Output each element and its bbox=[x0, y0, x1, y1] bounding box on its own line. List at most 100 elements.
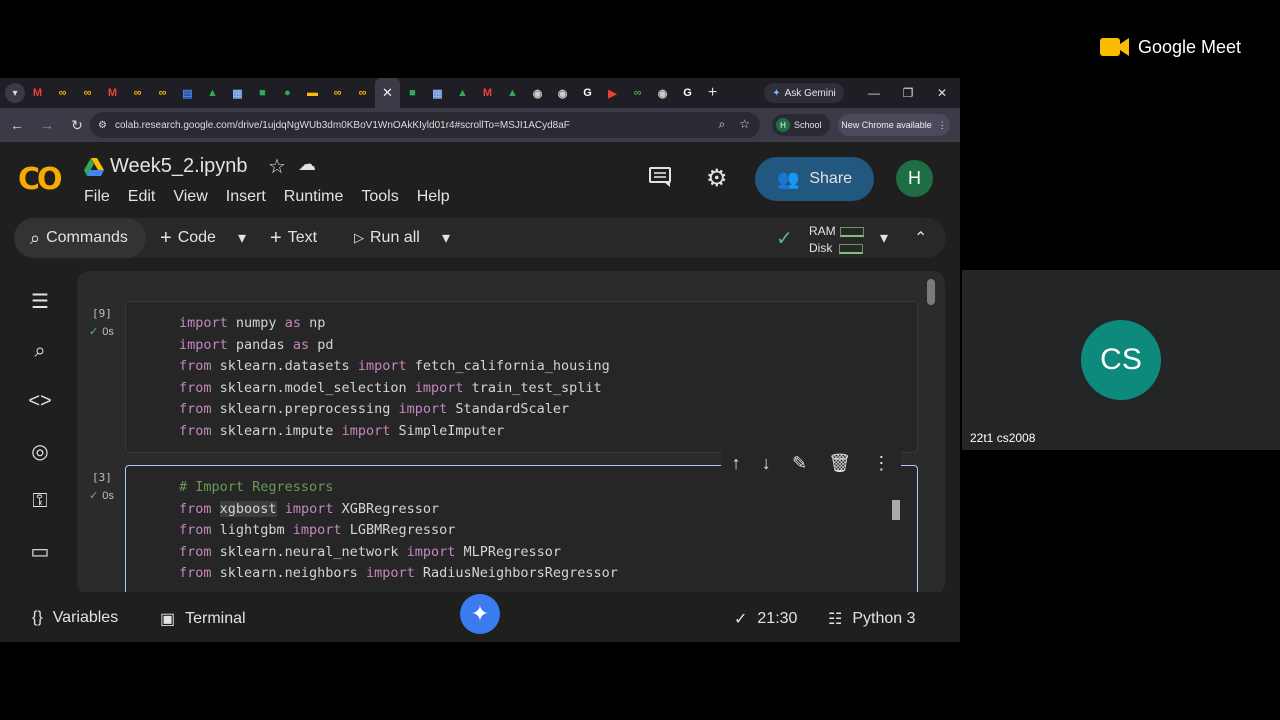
tab-infinity-icon[interactable]: ∞ bbox=[150, 78, 175, 108]
forward-arrow-icon[interactable]: → bbox=[34, 112, 60, 138]
code-editor[interactable]: import numpy as np import pandas as pd fro… bbox=[179, 313, 610, 442]
reload-icon[interactable]: ↻ bbox=[64, 112, 90, 138]
tab-meet-icon[interactable]: ■ bbox=[400, 78, 425, 108]
site-info-icon[interactable]: ⚙ bbox=[98, 120, 107, 131]
participant-name: 22t1 cs2008 bbox=[970, 431, 1036, 445]
tab-globe-icon[interactable]: ◉ bbox=[550, 78, 575, 108]
code-cell[interactable]: import numpy as np import pandas as pd fro… bbox=[125, 301, 918, 453]
table-of-contents-icon[interactable]: ☰ bbox=[27, 288, 53, 314]
runtime-dropdown-chevron-icon[interactable]: ▾ bbox=[880, 218, 888, 258]
code-token: import bbox=[398, 401, 448, 417]
add-text-button[interactable]: + Text bbox=[270, 218, 317, 258]
code-token: pandas bbox=[227, 336, 293, 353]
code-token: from bbox=[179, 522, 212, 538]
find-replace-icon[interactable]: ⌕ bbox=[27, 338, 53, 364]
tab-drive-icon[interactable]: ▲ bbox=[500, 78, 525, 108]
code-dropdown-chevron-icon[interactable]: ▾ bbox=[238, 218, 246, 258]
tab-globe-icon[interactable]: ◉ bbox=[525, 78, 550, 108]
tab-globe-icon[interactable]: ◉ bbox=[650, 78, 675, 108]
tab-infinity-icon[interactable]: ∞ bbox=[125, 78, 150, 108]
menu-insert[interactable]: Insert bbox=[226, 188, 266, 206]
secrets-key-icon[interactable]: ⚿ bbox=[27, 488, 53, 514]
cloud-saved-icon[interactable]: ☁ bbox=[298, 154, 316, 175]
participant-tile[interactable]: CS 22t1 cs2008 bbox=[962, 270, 1280, 450]
code-token: from bbox=[179, 401, 212, 417]
minimize-button[interactable]: — bbox=[864, 83, 884, 103]
ask-gemini-button[interactable]: ✦ Ask Gemini bbox=[764, 83, 844, 103]
run-all-button[interactable]: ▷ Run all bbox=[354, 218, 420, 258]
variables-inspector-icon[interactable]: ◎ bbox=[27, 438, 53, 464]
share-button[interactable]: 👥 Share bbox=[755, 157, 874, 201]
tab-forms-icon[interactable]: ▦ bbox=[225, 78, 250, 108]
url-field[interactable]: ⚙ colab.research.google.com/drive/1ujdqN… bbox=[90, 112, 760, 138]
notebook-title[interactable]: Week5_2.ipynb bbox=[110, 155, 248, 178]
settings-gear-icon[interactable]: ⚙ bbox=[706, 164, 728, 193]
edit-pencil-icon[interactable]: ✎ bbox=[792, 453, 807, 474]
tab-gmail-icon[interactable]: M bbox=[100, 78, 125, 108]
new-chrome-button[interactable]: New Chrome available ⋮ bbox=[838, 114, 950, 136]
menu-view[interactable]: View bbox=[173, 188, 207, 206]
tab-infinity-icon[interactable]: ∞ bbox=[625, 78, 650, 108]
code-token: import bbox=[292, 522, 342, 538]
runtime-status[interactable]: ☷ Python 3 bbox=[828, 609, 916, 629]
more-kebab-icon[interactable]: ⋮ bbox=[872, 453, 890, 474]
gemini-fab-button[interactable]: ✦ bbox=[460, 594, 500, 634]
user-avatar[interactable]: H bbox=[896, 160, 933, 197]
colab-app: CO Week5_2.ipynb ☆ ☁ File Edit View Insert R… bbox=[0, 142, 960, 642]
tab-search-dropdown[interactable]: ▾ bbox=[5, 83, 25, 103]
tab-infinity-icon[interactable]: ∞ bbox=[325, 78, 350, 108]
tab-drive-icon[interactable]: ▲ bbox=[450, 78, 475, 108]
code-token: from bbox=[179, 500, 212, 517]
tab-google-icon[interactable]: G bbox=[575, 78, 600, 108]
bookmark-star-icon[interactable]: ☆ bbox=[739, 117, 750, 132]
tab-slides-icon[interactable]: ▬ bbox=[300, 78, 325, 108]
last-run-status[interactable]: ✓ 21:30 bbox=[734, 609, 797, 629]
tab-meet-icon[interactable]: ■ bbox=[250, 78, 275, 108]
profile-chip[interactable]: H School bbox=[772, 114, 830, 136]
menu-help[interactable]: Help bbox=[417, 188, 450, 206]
active-tab-close-icon[interactable]: ✕ bbox=[375, 78, 400, 108]
tab-docs-icon[interactable]: ▤ bbox=[175, 78, 200, 108]
commands-item[interactable]: ⌕ Commands bbox=[30, 218, 128, 258]
tab-gmail-icon[interactable]: M bbox=[475, 78, 500, 108]
move-up-arrow-icon[interactable]: ↑ bbox=[732, 453, 741, 474]
variables-label: Variables bbox=[52, 609, 119, 626]
menu-edit[interactable]: Edit bbox=[128, 188, 156, 206]
comment-icon[interactable] bbox=[648, 166, 672, 188]
tab-chat-icon[interactable]: ● bbox=[275, 78, 300, 108]
tab-google-icon[interactable]: G bbox=[675, 78, 700, 108]
zoom-search-icon[interactable]: ⌕ bbox=[719, 117, 726, 132]
tab-infinity-icon[interactable]: ∞ bbox=[350, 78, 375, 108]
tab-infinity-icon[interactable]: ∞ bbox=[75, 78, 100, 108]
new-tab-button[interactable]: + bbox=[700, 84, 725, 102]
notebook-toolbar: ⌕ Commands + Code ▾ + Text ▷ Run all ▾ ✓ bbox=[14, 218, 946, 258]
menu-file[interactable]: File bbox=[84, 188, 110, 206]
code-snippets-icon[interactable]: <> bbox=[27, 388, 53, 414]
menu-tools[interactable]: Tools bbox=[361, 188, 398, 206]
resource-monitor[interactable]: RAM Disk bbox=[809, 223, 864, 257]
menu-runtime[interactable]: Runtime bbox=[284, 188, 344, 206]
add-code-button[interactable]: + Code bbox=[160, 218, 216, 258]
tab-youtube-icon[interactable]: ▶ bbox=[600, 78, 625, 108]
variables-button[interactable]: {} Variables bbox=[32, 609, 118, 627]
star-icon[interactable]: ☆ bbox=[268, 154, 286, 179]
move-down-arrow-icon[interactable]: ↓ bbox=[762, 453, 771, 474]
tab-drive-icon[interactable]: ▲ bbox=[200, 78, 225, 108]
run-dropdown-chevron-icon[interactable]: ▾ bbox=[442, 218, 450, 258]
back-arrow-icon[interactable]: ← bbox=[4, 112, 30, 138]
window-close-button[interactable]: ✕ bbox=[932, 83, 952, 103]
code-token: import bbox=[357, 358, 407, 374]
delete-trash-icon[interactable]: 🗑 bbox=[828, 453, 851, 474]
colab-logo[interactable]: CO bbox=[18, 162, 62, 197]
files-folder-icon[interactable]: ▭ bbox=[27, 538, 53, 564]
collapse-chevron-up-icon[interactable]: ⌃ bbox=[914, 218, 927, 258]
terminal-button[interactable]: ▣ Terminal bbox=[160, 609, 246, 629]
code-line: from sklearn.model_selection import trai… bbox=[179, 378, 610, 400]
restore-button[interactable]: ❐ bbox=[898, 83, 918, 103]
code-editor[interactable]: # Import Regressors from xgboost import X… bbox=[179, 477, 618, 585]
scrollbar-thumb[interactable] bbox=[927, 279, 935, 305]
code-cell-active[interactable]: # Import Regressors from xgboost import X… bbox=[125, 465, 918, 595]
tab-gmail-icon[interactable]: M bbox=[25, 78, 50, 108]
tab-infinity-icon[interactable]: ∞ bbox=[50, 78, 75, 108]
tab-forms-icon[interactable]: ▦ bbox=[425, 78, 450, 108]
